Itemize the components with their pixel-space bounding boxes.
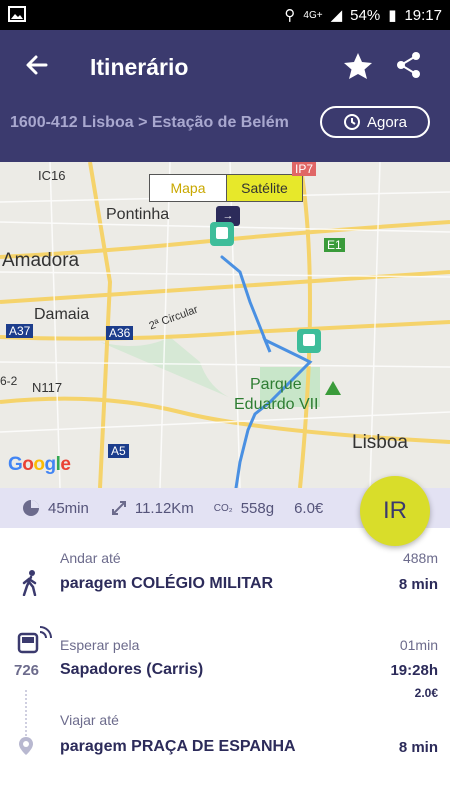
co2-icon: CO₂ <box>213 502 233 514</box>
distance-value: 11.12Km <box>134 499 194 517</box>
step-place: paragem COLÉGIO MILITAR <box>60 575 274 592</box>
map-label-n117: N117 <box>32 380 63 395</box>
map-label-parque: Parque <box>250 376 302 393</box>
step-hint: Viajar até <box>60 712 119 728</box>
battery-icon: ▮ <box>388 7 397 24</box>
step-place: paragem PRAÇA DE ESPANHA <box>60 738 296 755</box>
map-label-lisboa: Lisboa <box>352 432 408 453</box>
back-button[interactable] <box>22 50 52 80</box>
step-hint: Andar até <box>60 550 121 566</box>
clock-label: 19:17 <box>404 6 442 24</box>
step-time: 8 min <box>398 576 438 593</box>
map-label-a5: A5 <box>108 444 129 458</box>
map-label-ic16: IC16 <box>38 168 66 183</box>
duration-icon <box>23 500 39 516</box>
step-price: 2.0€ <box>414 686 438 700</box>
map-label-damaia: Damaia <box>34 306 90 323</box>
status-bar: ⚲ 4G+ ◢ 54% ▮ 19:17 <box>0 0 450 30</box>
share-icon <box>397 52 420 78</box>
park-marker-icon <box>324 380 342 396</box>
map-label-amadora: Amadora <box>2 250 80 271</box>
share-button[interactable] <box>394 50 424 80</box>
route-summary: 1600-412 Lisboa > Estação de Belém <box>10 114 289 131</box>
step-clock: 19:28h <box>390 662 438 679</box>
map-mode-button[interactable]: Mapa <box>150 175 226 201</box>
price-value: 6.0€ <box>294 499 324 517</box>
departure-time-label: Agora <box>366 113 408 131</box>
walk-icon <box>22 570 37 596</box>
network-label: 4G+ <box>303 9 323 21</box>
map-label-e1: E1 <box>324 238 345 252</box>
co2-value: 558g <box>240 499 275 517</box>
route-map[interactable]: Mapa Satélite IC16 IP7 Pontinha Amadora … <box>0 162 450 488</box>
bus-icon <box>17 626 52 654</box>
clock-icon <box>343 114 360 130</box>
departure-time-button[interactable]: Agora <box>320 106 430 138</box>
map-label-eduardo: Eduardo VII <box>234 396 319 413</box>
map-label-a36: A36 <box>106 326 134 340</box>
google-logo: Google <box>8 454 71 475</box>
step-connector <box>25 690 27 736</box>
battery-label: 54% <box>350 6 381 24</box>
map-label-ip7: IP7 <box>292 162 317 176</box>
duration-value: 45min <box>48 499 89 517</box>
step-distance: 488m <box>402 550 438 566</box>
map-label-ic2: 6-2 <box>0 374 18 388</box>
go-button[interactable]: IR <box>360 476 430 546</box>
pin-icon <box>19 737 33 755</box>
favorite-button[interactable] <box>342 50 374 82</box>
bus-line-number: 726 <box>14 662 40 679</box>
map-type-toggle: Mapa Satélite <box>149 174 303 202</box>
back-arrow-icon <box>26 55 48 75</box>
app-header: Itinerário 1600-412 Lisboa > Estação de … <box>0 30 450 162</box>
step-time: 8 min <box>398 739 438 756</box>
step-wait: 01min <box>399 637 438 653</box>
map-label-a37: A37 <box>6 324 34 338</box>
bus-stop-marker-icon[interactable] <box>210 222 234 246</box>
step-hint: Esperar pela <box>60 637 140 653</box>
star-icon <box>344 53 372 79</box>
signal-icon: ◢ <box>330 7 343 24</box>
map-label-pontinha: Pontinha <box>106 206 170 223</box>
location-icon: ⚲ <box>284 7 296 24</box>
step-place: Sapadores (Carris) <box>60 661 204 678</box>
page-title: Itinerário <box>90 54 189 80</box>
image-icon <box>8 6 26 26</box>
bus-stop-marker-icon[interactable] <box>297 329 321 353</box>
distance-icon <box>111 501 126 515</box>
satellite-mode-button[interactable]: Satélite <box>226 175 302 201</box>
